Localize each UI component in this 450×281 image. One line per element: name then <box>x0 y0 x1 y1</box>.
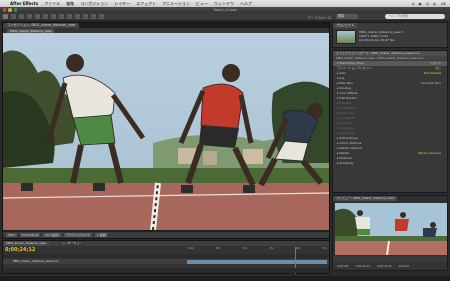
eraser-tool-icon[interactable] <box>91 14 96 19</box>
timeline-ruler-tick: 05s <box>216 247 221 250</box>
menu-view[interactable]: ビュー <box>196 1 208 7</box>
brush-tool-icon[interactable] <box>75 14 80 19</box>
composition-panel: コンポジション: 0801_sharer_distance_vase 0801_… <box>2 22 330 239</box>
workspace-label: ワークスペース: <box>307 15 332 20</box>
help-search-input[interactable]: ヘルプを検索 <box>385 14 445 19</box>
preview-tab[interactable]: プレビュー: 0801_sharer_distance_vase <box>333 196 398 201</box>
menu-edit[interactable]: 編集 <box>66 1 74 7</box>
preview-ruler-tick: 0;00;40 <box>398 264 410 268</box>
resolution-select[interactable]: (1/2 画質) <box>43 232 62 238</box>
project-tab[interactable]: プロジェクト <box>333 23 358 28</box>
minimize-window-icon[interactable] <box>8 8 12 12</box>
wifi-icon[interactable]: ◉ <box>419 2 422 6</box>
menu-composition[interactable]: コンポジション <box>80 1 108 7</box>
menu-layer[interactable]: レイヤー <box>114 1 130 7</box>
preview-viewer[interactable] <box>335 203 447 255</box>
timeline-column-header <box>3 254 329 258</box>
timeline-ruler-tick: 0:00s <box>187 247 194 250</box>
pen-tool-icon[interactable] <box>59 14 64 19</box>
comp-frame-image <box>3 33 329 230</box>
user-icon[interactable]: AE <box>441 2 446 6</box>
composition-footer: 50% 0;00;24;12 (1/2 画質) アクティブカメラ 1 画面 <box>3 231 329 238</box>
workspace-select[interactable]: 標準 <box>336 14 358 19</box>
zoom-tool-icon[interactable] <box>19 14 24 19</box>
timeline-tab-render-queue[interactable]: レンダーキュー <box>59 241 86 246</box>
project-thumbnail <box>336 30 356 44</box>
effect-controls-layer: 0801_sharer_distance_vase • 0801_sharer_… <box>333 56 447 60</box>
comp-time-display[interactable]: 0;00;24;12 <box>19 232 41 238</box>
puppet-tool-icon[interactable] <box>99 14 104 19</box>
clone-tool-icon[interactable] <box>83 14 88 19</box>
clock-icon[interactable]: ◷ <box>426 2 429 6</box>
project-info: 0801_sharer_distance_vase ▾ 1920 x 1080 … <box>359 30 403 42</box>
timeline-status-bar <box>3 268 329 273</box>
zoom-select[interactable]: 50% <box>6 232 17 238</box>
menu-effect[interactable]: エフェクト <box>136 1 156 7</box>
tools-toolbar <box>0 13 450 21</box>
menu-help[interactable]: ヘルプ <box>240 1 252 7</box>
selection-tool-icon[interactable] <box>3 14 8 19</box>
camera-select[interactable]: アクティブカメラ <box>64 232 92 238</box>
camera-tool-icon[interactable] <box>35 14 40 19</box>
preview-frame-image <box>335 203 447 255</box>
menubar: After Effects ファイル 編集 コンポジション レイヤー エフェクト… <box>0 0 450 7</box>
effect-controls-panel: エフェクトコントロール: 0801_sharer_distance_vase.m… <box>332 50 448 193</box>
timeline-ruler-tick: 20s <box>295 247 301 250</box>
preview-ruler-tick: 0;00;24;12 <box>355 264 370 268</box>
preview-ruler-tick: 0;00;34;12 <box>377 264 392 268</box>
dock <box>0 276 450 281</box>
project-panel: プロジェクト 0801_sharer_distance_vase ▾ 1920 … <box>332 22 448 48</box>
after-effects-window: After Effects ファイル 編集 コンポジション レイヤー エフェクト… <box>0 0 450 281</box>
timeline-ruler-tick: 15s <box>269 247 274 250</box>
hand-tool-icon[interactable] <box>11 14 16 19</box>
preview-ruler: 0;00;16f 0;00;24;12 0;00;34;12 0;00;40 <box>333 262 447 270</box>
composition-subtab[interactable]: 0801_sharer_distance_vase <box>7 28 55 33</box>
timeline-ruler-tick: 10s <box>242 247 248 250</box>
timeline-layer-bar[interactable] <box>187 259 327 264</box>
window-controls <box>3 8 18 12</box>
view-layout-select[interactable]: 1 画面 <box>94 232 108 238</box>
effect-control-value[interactable]: Use Main Blur <box>421 81 441 86</box>
timeline-ruler-tick: 25s <box>322 247 327 250</box>
preview-panel: プレビュー: 0801_sharer_distance_vase 0;00;16… <box>332 195 448 271</box>
rotate-tool-icon[interactable] <box>27 14 32 19</box>
menu-app-name[interactable]: After Effects <box>10 1 38 6</box>
effect-controls-list: ▾ Toonit Sony Tone リセット アニメーションプリセット: なし ▸ A… <box>333 61 447 166</box>
effect-control-value[interactable]: Marker Outlines <box>418 151 441 156</box>
composition-viewer[interactable] <box>3 33 329 230</box>
pan-behind-tool-icon[interactable] <box>43 14 48 19</box>
effect-control-label: ▸ Simplicity <box>337 161 354 165</box>
timeline-tab-comp[interactable]: 0801_sharer_distance_vase <box>3 241 49 246</box>
menubar-status: A ◉ ◷ 🔊 AE <box>412 2 450 6</box>
project-info-duration: Δ 0;00;16;16, 29.97 fps <box>359 38 395 42</box>
window-title: Toon4_v2.aep <box>213 8 237 12</box>
timeline-tabs: 0801_sharer_distance_vase レンダーキュー <box>3 241 329 246</box>
volume-icon[interactable]: 🔊 <box>433 2 437 6</box>
timeline-ruler[interactable]: 0:00s 05s 10s 15s 20s 25s <box>187 247 327 253</box>
menu-window[interactable]: ウィンドウ <box>214 1 234 7</box>
text-tool-icon[interactable] <box>67 14 72 19</box>
timeline-panel: 0801_sharer_distance_vase レンダーキュー 0;00;2… <box>2 240 330 274</box>
effect-control-row[interactable]: ▸ Simplicity <box>333 161 447 166</box>
input-icon[interactable]: A <box>412 2 414 6</box>
menu-file[interactable]: ファイル <box>44 1 60 7</box>
zoom-window-icon[interactable] <box>13 8 18 12</box>
menu-animation[interactable]: アニメーション <box>162 1 190 7</box>
close-window-icon[interactable] <box>3 8 7 12</box>
timeline-layer-name[interactable]: 0801_sharer_distance_vase.mov <box>13 259 59 264</box>
preview-ruler-tick: 0;00;16f <box>337 264 349 268</box>
mask-tool-icon[interactable] <box>51 14 56 19</box>
timeline-current-time[interactable]: 0;00;24;12 <box>5 247 35 253</box>
effect-control-value[interactable]: Not Shaded <box>424 71 441 76</box>
